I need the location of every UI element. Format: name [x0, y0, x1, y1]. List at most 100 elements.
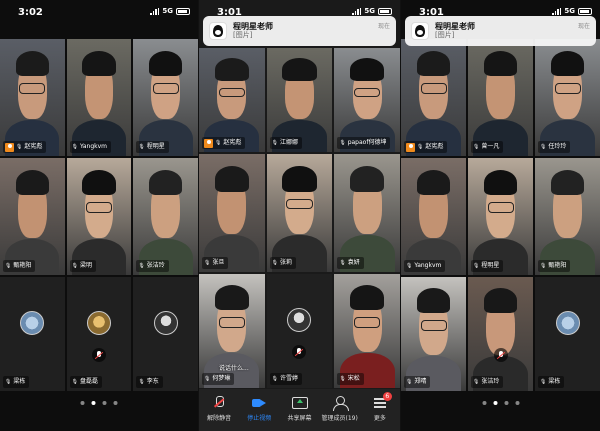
participant-name-label: 🎙 程明星 [136, 141, 169, 153]
participant-tile[interactable]: 🎙 李东 [133, 277, 198, 391]
participant-name-label: 🎙 宋松 [337, 373, 364, 385]
participant-name: 赵宪彪 [223, 139, 242, 146]
participant-name: Yangkvm [80, 143, 108, 150]
glasses [19, 83, 46, 94]
mic-icon: 🎙 [339, 376, 346, 382]
person-hair [214, 285, 249, 311]
participant-tile[interactable]: 🎙 梁栋 [535, 277, 600, 391]
participant-tile[interactable]: 🎙 宋松 [334, 274, 400, 388]
participant-tile[interactable]: 🎙 张旦 [199, 154, 265, 272]
person-hair [483, 50, 518, 77]
toolbar-button[interactable]: 共享屏幕 [280, 396, 318, 422]
participant-name: 袁妍 [347, 259, 360, 266]
participant-avatar [86, 310, 111, 335]
participant-tile[interactable]: 🎙 江娜娜 [266, 48, 333, 152]
toolbar-button[interactable]: 停止视频 [240, 396, 278, 422]
page-dot[interactable] [91, 401, 96, 405]
participant-tile[interactable]: 🎙 甄艳阳 [535, 158, 600, 275]
glasses [354, 87, 381, 97]
participant-name-label: 🎙 江娜娜 [269, 137, 303, 149]
page-dot[interactable] [113, 401, 118, 405]
participant-tile[interactable]: 🎙 papaof何德坤 [334, 48, 400, 152]
participant-name-label: 🎙 袁妍 [337, 257, 364, 269]
participant-name: 江娜娜 [280, 139, 299, 146]
participant-name-label: 🎙 赵宪彪 [3, 141, 47, 153]
participant-tile[interactable]: 🎙 程明星 [133, 39, 198, 156]
participant-tile[interactable]: 🎙 梁明 [66, 158, 132, 275]
toolbar-button[interactable]: 解除静音 [200, 396, 238, 422]
toolbar-button[interactable]: 管理成员(19) [321, 396, 359, 422]
notification-banner[interactable]: 程明星老师 [图片] 现在 [405, 16, 596, 46]
participant-tile[interactable]: 🎙 曾一凡 [468, 39, 533, 156]
participant-name-label: 🎙 梁栋 [3, 376, 30, 388]
toolbar-button[interactable]: 更多 6 [361, 392, 399, 422]
notification-banner[interactable]: 程明星老师 [图片] 现在 [203, 16, 396, 46]
participant-tile[interactable]: 🎙 袁妍 [334, 154, 400, 272]
participant-tile[interactable]: 🎙 张莉 [266, 154, 333, 272]
participant-name-label: 🎙 盘磊磊 [69, 376, 103, 388]
participant-name-label: 🎙 甄艳阳 [3, 260, 36, 272]
participant-tile[interactable]: 🎙 郑晴 [401, 277, 466, 391]
person-hair [15, 169, 50, 196]
page-dot[interactable] [493, 401, 497, 405]
participant-tile[interactable]: 🎙 任玲玲 [535, 39, 600, 156]
mic-icon: 🎙 [138, 144, 145, 150]
page-dot[interactable] [504, 401, 508, 405]
person-hair [82, 169, 116, 196]
notification-text: 程明星老师 [图片] [233, 22, 372, 40]
page-dot[interactable] [515, 401, 519, 405]
page-indicator[interactable] [482, 401, 519, 405]
mic-icon: 🎙 [71, 144, 79, 150]
person-hair [550, 169, 585, 196]
participant-name: 甄艳阳 [13, 262, 32, 269]
page-dot[interactable] [482, 401, 486, 405]
status-right: 5G [352, 7, 392, 15]
participant-tile[interactable]: 🎙 赵宪彪 [0, 39, 65, 156]
participant-tile[interactable]: 🎙 Yangkvm [401, 158, 466, 275]
participant-tile[interactable]: 🎙 张洁玲 [133, 158, 198, 275]
toolbar-button-label: 解除静音 [207, 415, 232, 422]
glasses [554, 83, 581, 94]
participant-name: 张旦 [212, 259, 225, 266]
participant-tile[interactable]: 🎙 Yangkvm [66, 39, 132, 156]
participant-tile[interactable]: 🎙 张洁玲 [468, 277, 533, 391]
participant-tile[interactable]: 🎙 甄艳阳 [0, 158, 65, 275]
participant-name: 张莉 [280, 259, 293, 266]
participant-tile[interactable]: 🎙 程明星 [468, 158, 533, 275]
person-hair [214, 165, 249, 192]
mic-icon: 🎙 [215, 140, 222, 146]
participant-tile[interactable]: 🎙 赵宪彪 [401, 39, 466, 156]
mic-icon: 🎙 [16, 144, 23, 150]
members-icon [332, 396, 349, 411]
page-dot[interactable] [102, 401, 107, 405]
participant-name-label: 🎙 Yangkvm [404, 260, 446, 272]
participant-name-label: 🎙 张洁玲 [136, 260, 169, 272]
participant-name-label: 🎙 李东 [136, 376, 163, 388]
participant-name: papaof何德坤 [347, 139, 387, 146]
toolbar-button-label: 停止视频 [247, 415, 272, 422]
video-grid: 🎙 赵宪彪 🎙 江娜娜 🎙 papaof何德坤 🎙 张旦 🎙 张莉 🎙 袁妍 说话什么... 🎙 何梦琳 🎙 许… [199, 48, 400, 388]
participant-tile[interactable]: 🎙 梁栋 [0, 277, 65, 391]
page-dot[interactable] [80, 401, 85, 405]
participant-name-label: 🎙 曾一凡 [471, 141, 504, 153]
page-indicator[interactable] [80, 401, 118, 405]
status-right: 5G [552, 7, 592, 15]
participant-name: 盘磊磊 [80, 378, 99, 385]
participant-tile[interactable]: 🎙 许雪婷 [266, 274, 333, 388]
glasses [218, 87, 245, 97]
participant-tile[interactable]: 🎙 赵宪彪 [199, 48, 265, 152]
mic-icon: 🎙 [473, 263, 480, 269]
video-grid: 🎙 赵宪彪 🎙 曾一凡 🎙 任玲玲 🎙 Yangkvm 🎙 程明星 🎙 甄艳阳 🎙 郑晴 🎙 张洁玲 🎙 梁栋 [401, 39, 600, 391]
signal-icon [552, 7, 562, 15]
mic-icon: 🎙 [5, 379, 12, 385]
person-hair [550, 50, 585, 77]
participant-name: 李东 [146, 378, 159, 385]
mic-icon: 🎙 [417, 144, 424, 150]
participant-name: Yangkvm [414, 262, 442, 269]
participant-name: 梁明 [80, 262, 93, 269]
participant-tile[interactable]: 🎙 盘磊磊 [66, 277, 132, 391]
person-hair [282, 165, 317, 192]
participant-tile[interactable]: 说话什么... 🎙 何梦琳 [199, 274, 265, 388]
toolbar-button-label: 管理成员(19) [321, 415, 358, 422]
host-icon [204, 138, 213, 148]
